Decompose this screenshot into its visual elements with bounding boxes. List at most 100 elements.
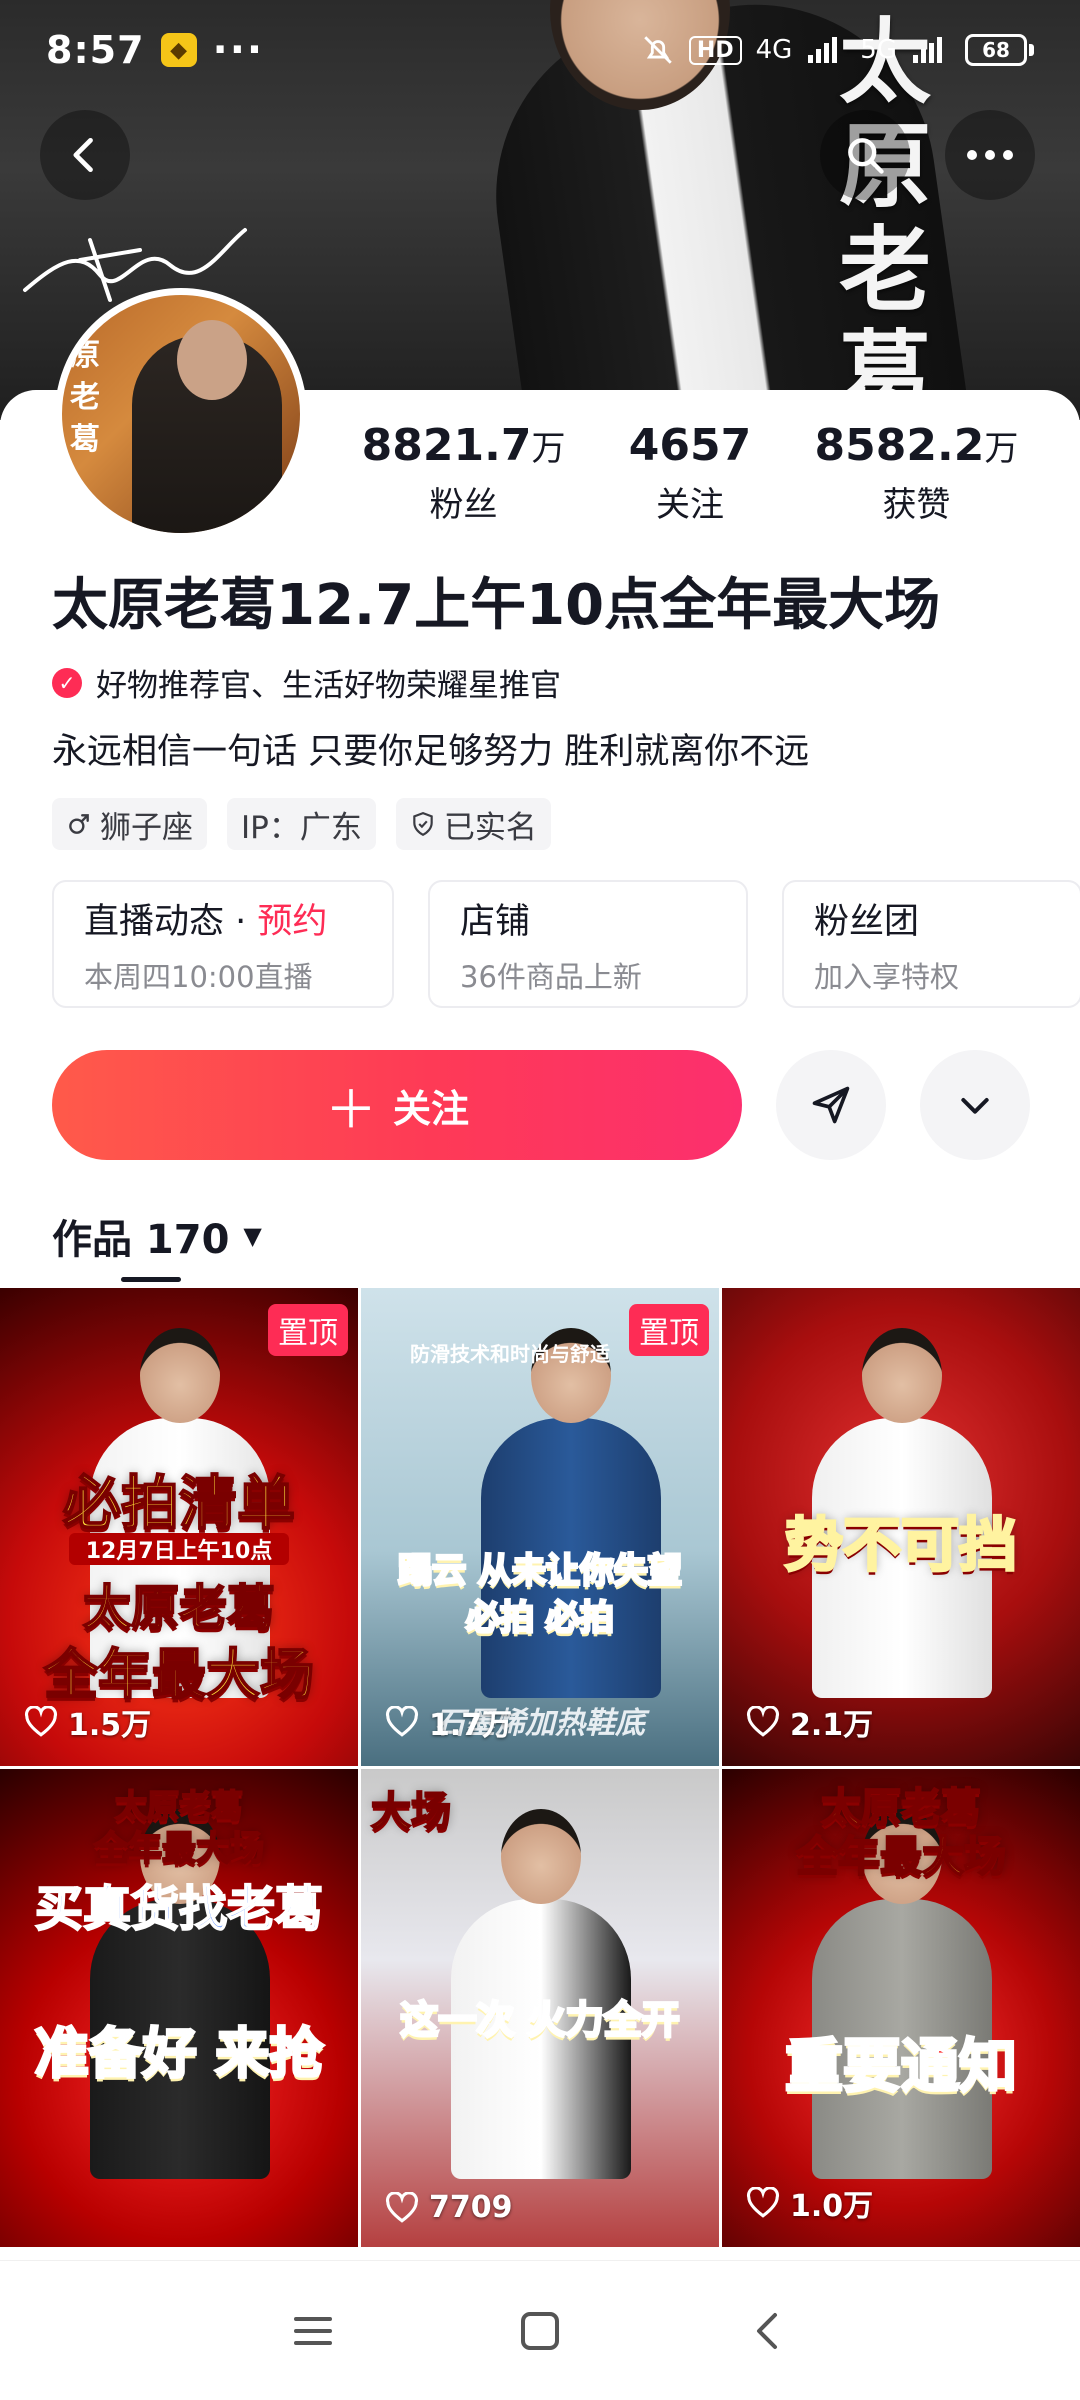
video-title-line: 蹋云 从未让你失望 — [397, 1550, 684, 1593]
fan-club-card[interactable]: 粉丝团 加入享特权 — [782, 880, 1080, 1008]
video-title-line: 全年最大场 — [43, 1642, 315, 1707]
heart-icon — [385, 2191, 419, 2223]
tag-label: 已实名 — [443, 809, 537, 846]
mute-bell-icon — [644, 36, 672, 64]
stat-value: 8821.7 — [361, 420, 532, 471]
video-likes: 1.0万 — [746, 2181, 873, 2225]
nav-home-button[interactable] — [500, 2291, 580, 2371]
stat-followers[interactable]: 8821.7万 粉丝 — [362, 420, 566, 526]
avatar[interactable]: 原 老 葛 — [55, 288, 307, 540]
status-bar: 8:57 ◆ ··· HD 4G 5G 68 — [0, 0, 1080, 100]
search-icon — [848, 138, 884, 174]
verification-text: 好物推荐官、生活好物荣耀星推官 — [96, 668, 561, 704]
video-title-line: 势不可挡 — [783, 1510, 1018, 1581]
video-likes: 1.7万 — [385, 1700, 512, 1744]
shop-card[interactable]: 店铺 36件商品上新 — [428, 880, 748, 1008]
profile-actions: ＋ 关注 — [52, 1050, 1030, 1160]
battery-icon: 68 — [965, 34, 1034, 66]
video-likes: 1.5万 — [24, 1700, 151, 1744]
stat-likes[interactable]: 8582.2万 获赞 — [815, 420, 1019, 526]
profile-info-cards: 直播动态 · 预约 本周四10:00直播 店铺 36件商品上新 粉丝团 加入享特… — [52, 880, 1080, 1008]
video-title-line: 防滑技术和时尚与舒适 — [410, 1342, 610, 1366]
stat-unit: 万 — [984, 429, 1019, 469]
video-tile[interactable]: 太原老葛 全年最大场 重要通知 1.0万 — [722, 1769, 1080, 2247]
network-label-2: 5G — [860, 35, 897, 65]
video-title-line: 12月7日上午10点 — [69, 1533, 289, 1565]
video-tile[interactable]: 太原老葛 全年最大场 买真货找老葛 准备好 来抢 — [0, 1769, 358, 2247]
tag-label: 狮子座 — [100, 809, 193, 846]
system-nav-bar — [0, 2260, 1080, 2400]
live-schedule-card[interactable]: 直播动态 · 预约 本周四10:00直播 — [52, 880, 394, 1008]
nav-menu-button[interactable] — [273, 2291, 353, 2371]
caret-down-icon: ▼ — [243, 1222, 262, 1250]
heart-icon — [746, 1706, 780, 1737]
chevron-left-icon — [756, 2312, 777, 2349]
heart-icon — [24, 1706, 58, 1737]
profile-tags: 狮子座 IP：广东 已实名 — [52, 798, 551, 850]
follow-button[interactable]: ＋ 关注 — [52, 1050, 742, 1160]
follow-label: 关注 — [393, 1086, 470, 1131]
shield-icon — [413, 812, 433, 837]
chevron-left-icon — [73, 137, 93, 173]
signal-icon — [808, 37, 838, 63]
video-title-line: 必拍 必拍 — [465, 1597, 616, 1640]
video-tile[interactable]: 置顶 防滑技术和时尚与舒适 蹋云 从未让你失望 必拍 必拍 石墨烯加热鞋底 1.… — [361, 1288, 719, 1766]
card-title: 店铺 — [460, 901, 531, 942]
hd-badge: HD — [688, 35, 742, 65]
expand-recommendations-button[interactable] — [920, 1050, 1030, 1160]
signal-icon-2 — [913, 37, 942, 63]
video-grid: 置顶 必拍清单 12月7日上午10点 太原老葛 全年最大场 1.5万 置顶 防滑… — [0, 1288, 1080, 2247]
verification-row[interactable]: ✓ 好物推荐官、生活好物荣耀星推官 — [52, 660, 561, 705]
profile-nickname: 太原老葛12.7上午10点全年最大场 — [52, 573, 941, 638]
more-options-button[interactable] — [945, 110, 1035, 200]
profile-bio: 永远相信一句话 只要你足够努力 胜利就离你不远 — [52, 732, 810, 772]
heart-icon — [746, 2187, 780, 2218]
tag-ip: IP：广东 — [227, 798, 376, 850]
video-tile[interactable]: 大场 这一次 火力全开 7709 — [361, 1769, 719, 2247]
back-button[interactable] — [40, 110, 130, 200]
profile-stats: 8821.7万 粉丝 4657 关注 8582.2万 获赞 — [330, 420, 1050, 526]
card-title: 粉丝团 — [814, 901, 920, 942]
home-square-icon — [520, 2311, 559, 2350]
reserve-link[interactable]: 预约 — [257, 902, 327, 942]
message-button[interactable] — [776, 1050, 886, 1160]
menu-icon — [294, 2316, 333, 2345]
works-label: 作品 170 — [52, 1217, 230, 1263]
stat-label: 关注 — [656, 485, 724, 525]
more-dots-icon — [967, 150, 1013, 160]
video-likes: 7709 — [385, 2190, 513, 2225]
nav-back-button[interactable] — [727, 2291, 807, 2371]
video-title-line: 准备好 来抢 — [33, 2021, 325, 2087]
stat-following[interactable]: 4657 关注 — [629, 420, 751, 526]
video-tile[interactable]: 势不可挡 2.1万 — [722, 1288, 1080, 1766]
avatar-text: 原 老 葛 — [70, 338, 100, 457]
network-label: 4G — [755, 35, 793, 65]
tab-underline — [121, 1277, 181, 1282]
male-icon — [69, 814, 89, 834]
video-title-line: 必拍清单 — [62, 1468, 296, 1538]
tag-verified: 已实名 — [395, 798, 551, 850]
stat-value: 4657 — [628, 420, 752, 471]
video-tile[interactable]: 置顶 必拍清单 12月7日上午10点 太原老葛 全年最大场 1.5万 — [0, 1288, 358, 1766]
card-subtitle: 本周四10:00直播 — [84, 959, 313, 994]
card-subtitle: 36件商品上新 — [460, 959, 642, 994]
card-title: 直播动态 — [84, 901, 225, 942]
video-title-line: 这一次 火力全开 — [399, 1997, 681, 2044]
video-likes: 2.1万 — [746, 1700, 873, 1744]
notification-app-icon: ◆ — [160, 33, 197, 67]
video-title-line: 大场 — [370, 1788, 452, 1836]
tab-works[interactable]: 作品 170 ▼ — [52, 1207, 262, 1265]
status-time: 8:57 — [46, 28, 145, 72]
stat-label: 粉丝 — [429, 485, 498, 525]
likes-count: 7709 — [429, 2190, 513, 2225]
tag-label: IP：广东 — [241, 809, 362, 846]
likes-count: 1.0万 — [790, 2189, 874, 2224]
video-title-line: 全年最大场 — [795, 1831, 1007, 1882]
pinned-badge: 置顶 — [268, 1304, 348, 1356]
status-icons: HD 4G 5G 68 — [641, 33, 1034, 67]
video-title-line: 买真货找老葛 — [34, 1880, 324, 1938]
search-button[interactable] — [820, 110, 910, 200]
stat-label: 获赞 — [882, 485, 951, 525]
banner-title-char: 老 — [838, 216, 931, 324]
stat-value: 8582.2 — [814, 420, 985, 471]
